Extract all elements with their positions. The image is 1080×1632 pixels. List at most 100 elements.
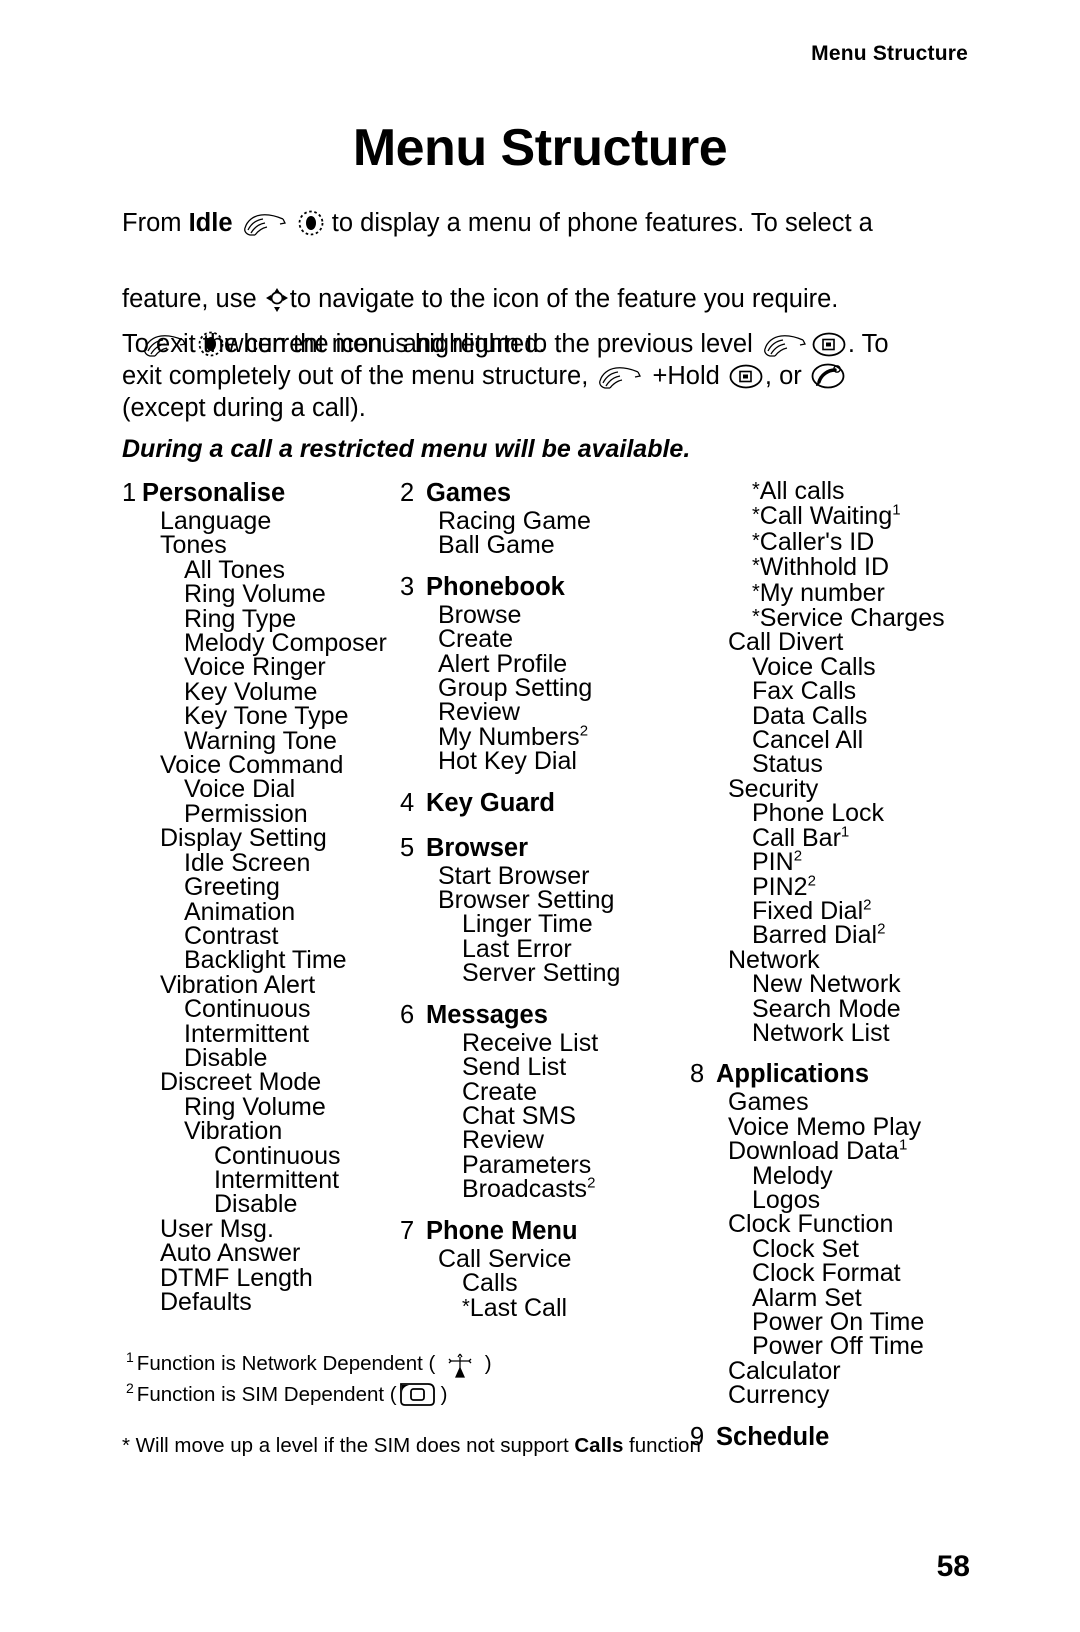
- menu-item: Clock Function: [690, 1212, 990, 1237]
- menu-group-title: Phone Menu: [426, 1216, 578, 1245]
- menu-item: *Withhold ID: [690, 553, 990, 582]
- menu-item: Intermittent: [122, 1167, 400, 1192]
- menu-item: Ring Type: [122, 606, 400, 631]
- footnote-1-marker: 1: [126, 1349, 134, 1366]
- menu-item-label: Broadcasts: [462, 1175, 588, 1204]
- asterisk-marker: *: [752, 504, 760, 527]
- running-header: Menu Structure: [811, 42, 968, 65]
- menu-item: Racing Game: [400, 509, 690, 534]
- menu-item: Ring Volume: [122, 1094, 400, 1119]
- menu-item: Discreet Mode: [122, 1070, 400, 1095]
- menu-item: New Network: [690, 972, 990, 997]
- menu-group-title: Applications: [716, 1060, 870, 1089]
- menu-item: All Tones: [122, 557, 400, 582]
- menu-item: Alert Profile: [400, 651, 690, 676]
- asterisk-marker: *: [752, 580, 760, 603]
- menu-item: *Caller's ID: [690, 529, 990, 554]
- menu-item: Ring Volume: [122, 582, 400, 607]
- menu-item: Alarm Set: [690, 1285, 990, 1310]
- menu-group-heading[interactable]: 7 Phone Menu: [400, 1216, 690, 1247]
- menu-group-number: 4: [400, 788, 415, 817]
- footnote-2-text: Function is SIM Dependent (: [136, 1383, 397, 1406]
- menu-group: 4 Key Guard: [400, 788, 690, 819]
- menu-item: Backlight Time: [122, 948, 400, 973]
- menu-item-label: Withhold ID: [759, 553, 890, 582]
- menu-item: Fixed Dial2: [690, 898, 990, 924]
- menu-group: 5 Browser Start Browser Browser Setting Ling…: [400, 833, 690, 986]
- page-number: 58: [936, 1550, 970, 1583]
- menu-item: Key Tone Type: [122, 704, 400, 729]
- intro-paragraph-2: feature, use to navigate to the icon of …: [122, 283, 952, 315]
- menu-group-title: Browser: [426, 833, 529, 862]
- asterisk-marker: *: [752, 606, 760, 629]
- menu-item: Intermittent: [122, 1021, 400, 1046]
- menu-item: Broadcasts2: [400, 1175, 690, 1204]
- menu-item: *Service Charges: [690, 605, 990, 631]
- menu-item-label: Caller's ID: [759, 527, 875, 556]
- menu-group-heading[interactable]: 6 Messages: [400, 1000, 690, 1031]
- menu-item: Group Setting: [400, 676, 690, 701]
- menu-item: Warning Tone: [122, 728, 400, 753]
- menu-item: Permission: [122, 801, 400, 826]
- footnote-2: 2 Function is SIM Dependent ( ): [126, 1379, 746, 1410]
- footnote-1-text-end: ): [479, 1352, 492, 1375]
- exit-text-a: To exit the current menu and return to t…: [122, 330, 760, 358]
- menu-group-title: Schedule: [716, 1422, 830, 1451]
- exit-text-d: , or: [764, 362, 809, 390]
- menu-item: Disable: [122, 1192, 400, 1217]
- asterisk-note: * Will move up a level if the SIM does n…: [122, 1434, 701, 1458]
- menu-item: Continuous: [122, 1143, 400, 1168]
- footnote-1: 1 Function is Network Dependent ( ): [126, 1348, 746, 1379]
- menu-group-number: 1: [122, 479, 137, 507]
- menu-group-number: 2: [400, 479, 415, 507]
- menu-item: Parameters: [400, 1152, 690, 1177]
- page-title: Menu Structure: [352, 119, 728, 177]
- menu-item-footnote-marker: 1: [892, 502, 901, 520]
- menu-item: Network List: [690, 1020, 990, 1045]
- menu-item: Voice Memo Play: [690, 1114, 990, 1139]
- menu-item: Cancel All: [690, 728, 990, 753]
- exit-text-c: exit completely out of the menu structur…: [122, 362, 596, 390]
- menu-item-footnote-marker: 2: [877, 920, 886, 938]
- menu-item: Key Volume: [122, 679, 400, 704]
- menu-group-number: 5: [400, 833, 415, 862]
- menu-item: Chat SMS: [400, 1103, 690, 1128]
- menu-group-number: 6: [400, 1000, 415, 1029]
- exit-text-hold: +Hold: [652, 362, 727, 390]
- menu-item: Animation: [122, 899, 400, 924]
- menu-group-heading[interactable]: 1 Personalise: [122, 478, 400, 509]
- hand-press-icon: [762, 332, 808, 358]
- restricted-menu-note: During a call a restricted menu will be …: [122, 435, 691, 463]
- menu-item: Display Setting: [122, 826, 400, 851]
- menu-group-heading[interactable]: 2 Games: [400, 478, 690, 509]
- menu-group-heading[interactable]: 3 Phonebook: [400, 572, 690, 603]
- menu-group-heading[interactable]: 8 Applications: [690, 1059, 990, 1090]
- menu-group-heading[interactable]: 4 Key Guard: [400, 788, 690, 819]
- menu-item: PIN2: [690, 847, 990, 875]
- menu-item: *Last Call: [400, 1295, 690, 1321]
- menu-item: Search Mode: [690, 996, 990, 1021]
- menu-item: Tones: [122, 533, 400, 558]
- soft-key-icon: [729, 364, 763, 389]
- hand-press-icon: [242, 211, 288, 237]
- menu-item: Vibration: [122, 1119, 400, 1144]
- menu-item-footnote-marker: 2: [793, 847, 803, 865]
- menu-item: Melody: [690, 1163, 990, 1188]
- antenna-icon: [445, 1350, 475, 1378]
- menu-item: Create: [400, 627, 690, 652]
- menu-item: Security: [690, 776, 990, 801]
- menu-item: User Msg.: [122, 1216, 400, 1241]
- menu-item-label: Defaults: [160, 1288, 252, 1316]
- select-key-icon: [298, 210, 324, 236]
- menu-item: Barred Dial2: [690, 920, 990, 948]
- menu-group-title: Key Guard: [426, 788, 555, 817]
- footnote-2-marker: 2: [126, 1380, 134, 1397]
- menu-item: DTMF Length: [122, 1265, 400, 1290]
- menu-item: Browser Setting: [400, 888, 690, 913]
- menu-group-heading[interactable]: 9 Schedule: [690, 1422, 990, 1453]
- menu-item: Fax Calls: [690, 679, 990, 704]
- menu-item: Review: [400, 700, 690, 725]
- menu-item: Data Calls: [690, 703, 990, 728]
- asterisk-marker: *: [752, 555, 760, 578]
- menu-group-heading[interactable]: 5 Browser: [400, 833, 690, 864]
